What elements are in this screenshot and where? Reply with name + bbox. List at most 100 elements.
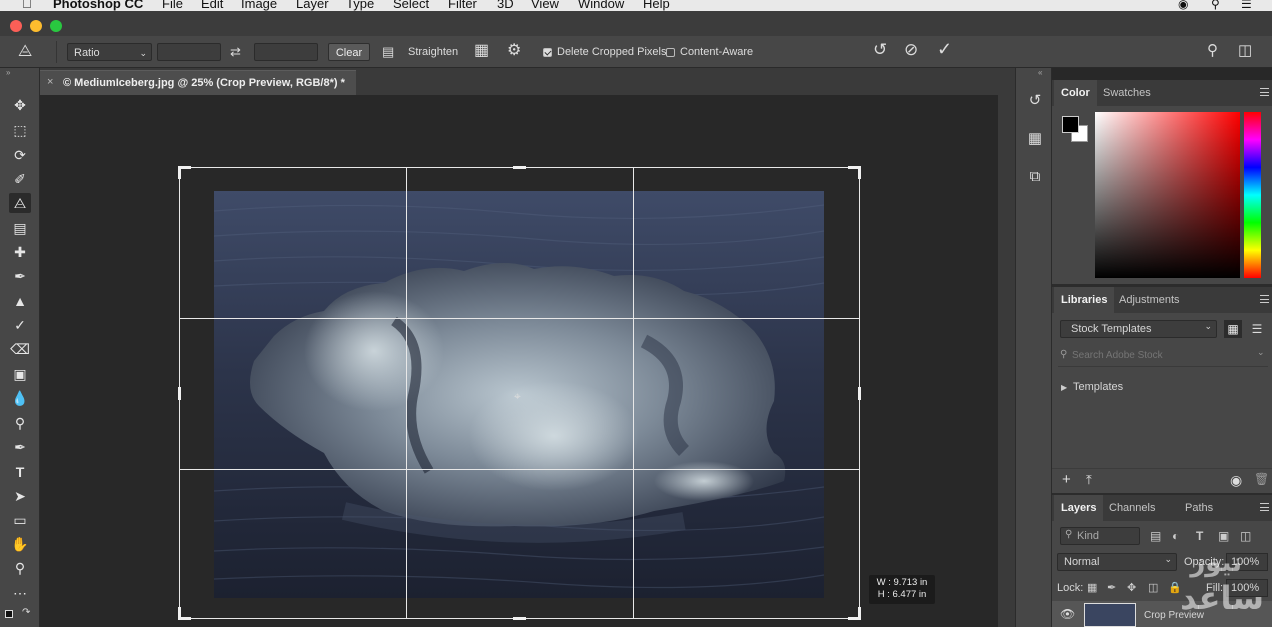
crop-tool-icon[interactable]: ⨺ [9, 193, 31, 213]
clone-stamp-tool-icon[interactable]: ▲ [9, 291, 31, 311]
upload-icon[interactable]: ⤒ [1086, 472, 1092, 488]
brush-tool-icon[interactable]: ✒ [9, 266, 31, 286]
creative-cloud-icon[interactable]: ◉ [1230, 472, 1242, 489]
menu-3d[interactable]: 3D [497, 0, 514, 11]
cancel-crop-icon[interactable]: ⊘ [904, 41, 918, 58]
tab-color[interactable]: Color [1054, 80, 1097, 106]
blur-tool-icon[interactable]: 💧 [9, 388, 31, 408]
quick-selection-tool-icon[interactable]: ✐ [9, 169, 31, 189]
crop-handle-right[interactable] [858, 387, 861, 400]
swap-colors-icon[interactable]: ↷ [22, 607, 30, 618]
filter-adjustment-icon[interactable]: ◐ [1172, 529, 1179, 543]
hand-tool-icon[interactable]: ✋ [9, 534, 31, 554]
spotlight-search-icon[interactable]: ⚲ [1211, 0, 1220, 11]
app-name-menu[interactable]: Photoshop CC [53, 0, 143, 11]
tab-adjustments[interactable]: Adjustments [1112, 287, 1187, 313]
panel-menu-icon[interactable] [1260, 503, 1269, 511]
dodge-tool-icon[interactable]: ⚲ [9, 413, 31, 433]
tab-swatches[interactable]: Swatches [1096, 80, 1158, 106]
tab-layers[interactable]: Layers [1054, 495, 1104, 521]
pen-tool-icon[interactable]: ✒ [9, 437, 31, 457]
crop-handle-bottom-left[interactable] [178, 607, 191, 620]
lock-position-icon[interactable]: ✥ [1127, 581, 1136, 594]
delete-cropped-pixels-checkbox[interactable] [543, 48, 552, 57]
crop-handle-bottom-right[interactable] [848, 607, 861, 620]
ratio-select[interactable]: Ratio ⌄ [67, 43, 152, 61]
swap-dimensions-icon[interactable]: ⇄ [230, 44, 241, 60]
menu-file[interactable]: File [162, 0, 183, 11]
crop-width-input[interactable] [157, 43, 221, 61]
rectangle-tool-icon[interactable]: ▭ [9, 510, 31, 530]
crop-handle-left[interactable] [178, 387, 181, 400]
healing-brush-tool-icon[interactable]: ✚ [9, 242, 31, 262]
menu-select[interactable]: Select [393, 0, 429, 11]
reset-crop-icon[interactable]: ↺ [873, 41, 887, 58]
menu-type[interactable]: Type [346, 0, 374, 11]
lock-artboard-icon[interactable]: ◫ [1148, 581, 1158, 594]
fill-input[interactable]: 100% [1226, 579, 1268, 597]
disclosure-triangle-icon[interactable]: ▶ [1061, 383, 1067, 392]
filter-pixel-icon[interactable]: ▤ [1150, 529, 1161, 543]
panel-menu-icon[interactable] [1260, 88, 1269, 96]
filter-type-icon[interactable]: T [1196, 529, 1203, 543]
list-view-icon[interactable]: ☰ [1248, 320, 1266, 338]
commit-crop-icon[interactable]: ✓ [937, 40, 952, 58]
menu-window[interactable]: Window [578, 0, 624, 11]
crop-handle-top[interactable] [513, 166, 526, 169]
lock-transparent-icon[interactable]: ▦ [1087, 581, 1097, 594]
move-tool-icon[interactable]: ✥ [9, 95, 31, 115]
lock-all-icon[interactable]: 🔒 [1168, 581, 1182, 594]
edit-toolbar-icon[interactable]: ⋯ [9, 583, 31, 603]
layer-name[interactable]: Crop Preview [1144, 610, 1204, 621]
blend-mode-select[interactable]: Normal ⌄ [1057, 553, 1177, 571]
panel-collapse-icon[interactable]: « [1038, 68, 1042, 77]
close-window-button[interactable] [10, 20, 22, 32]
library-select[interactable]: Stock Templates ⌄ [1060, 320, 1217, 338]
zoom-window-button[interactable] [50, 20, 62, 32]
vertical-scrollbar[interactable] [998, 95, 1015, 627]
panel-collapse-icon[interactable]: » [6, 68, 10, 77]
lasso-tool-icon[interactable]: ⟳ [9, 145, 31, 165]
templates-item[interactable]: Templates [1073, 381, 1123, 393]
straighten-icon[interactable]: ▤ [382, 44, 394, 60]
trash-icon[interactable]: 🗑 [1254, 472, 1269, 486]
crop-tool-preset-icon[interactable]: ⨺ [18, 44, 32, 60]
search-stock-input[interactable] [1072, 347, 1252, 363]
menu-help[interactable]: Help [643, 0, 670, 11]
type-tool-icon[interactable]: T [9, 462, 31, 482]
gradient-tool-icon[interactable]: ▣ [9, 364, 31, 384]
menu-filter[interactable]: Filter [448, 0, 477, 11]
menu-layer[interactable]: Layer [296, 0, 329, 11]
document-tab[interactable]: × © MediumIceberg.jpg @ 25% (Crop Previe… [40, 70, 356, 95]
opacity-input[interactable]: 100% [1226, 553, 1268, 571]
menu-image[interactable]: Image [241, 0, 277, 11]
tab-libraries[interactable]: Libraries [1054, 287, 1115, 313]
marquee-tool-icon[interactable]: ⬚ [9, 120, 31, 140]
clear-button[interactable]: Clear [328, 43, 370, 61]
crop-bounding-box[interactable]: ⌖ [178, 166, 861, 620]
crop-height-input[interactable] [254, 43, 318, 61]
overlay-grid-icon[interactable]: ▦ [474, 43, 489, 59]
layer-filter-kind[interactable]: ⚲ Kind [1060, 527, 1140, 545]
crop-settings-gear-icon[interactable]: ⚙ [507, 43, 521, 59]
hue-slider[interactable] [1244, 112, 1261, 278]
crop-handle-top-right[interactable] [848, 166, 861, 179]
default-colors-icon[interactable] [5, 610, 13, 618]
properties-panel-icon[interactable]: ▦ [1024, 128, 1046, 150]
history-brush-tool-icon[interactable]: ✓ [9, 315, 31, 335]
straighten-button[interactable]: Straighten [408, 43, 458, 61]
search-icon[interactable]: ⚲ [1207, 43, 1218, 59]
zoom-tool-icon[interactable]: ⚲ [9, 558, 31, 578]
foreground-color-swatch[interactable] [1062, 116, 1079, 133]
layer-thumbnail[interactable] [1084, 603, 1136, 627]
filter-shape-icon[interactable]: ▣ [1218, 529, 1229, 543]
tab-paths[interactable]: Paths [1178, 495, 1220, 521]
grid-view-icon[interactable]: ▦ [1224, 320, 1242, 338]
workspace-switcher-icon[interactable]: ◫ [1238, 43, 1252, 59]
crop-handle-top-left[interactable] [178, 166, 191, 179]
chevron-down-icon[interactable]: ⌄ [1257, 347, 1265, 358]
layer-comps-panel-icon[interactable]: ⧉ [1024, 166, 1046, 188]
crop-handle-bottom[interactable] [513, 617, 526, 620]
layer-row[interactable]: 👁 Crop Preview [1052, 601, 1272, 627]
creative-cloud-icon[interactable]: ◉ [1178, 0, 1188, 11]
